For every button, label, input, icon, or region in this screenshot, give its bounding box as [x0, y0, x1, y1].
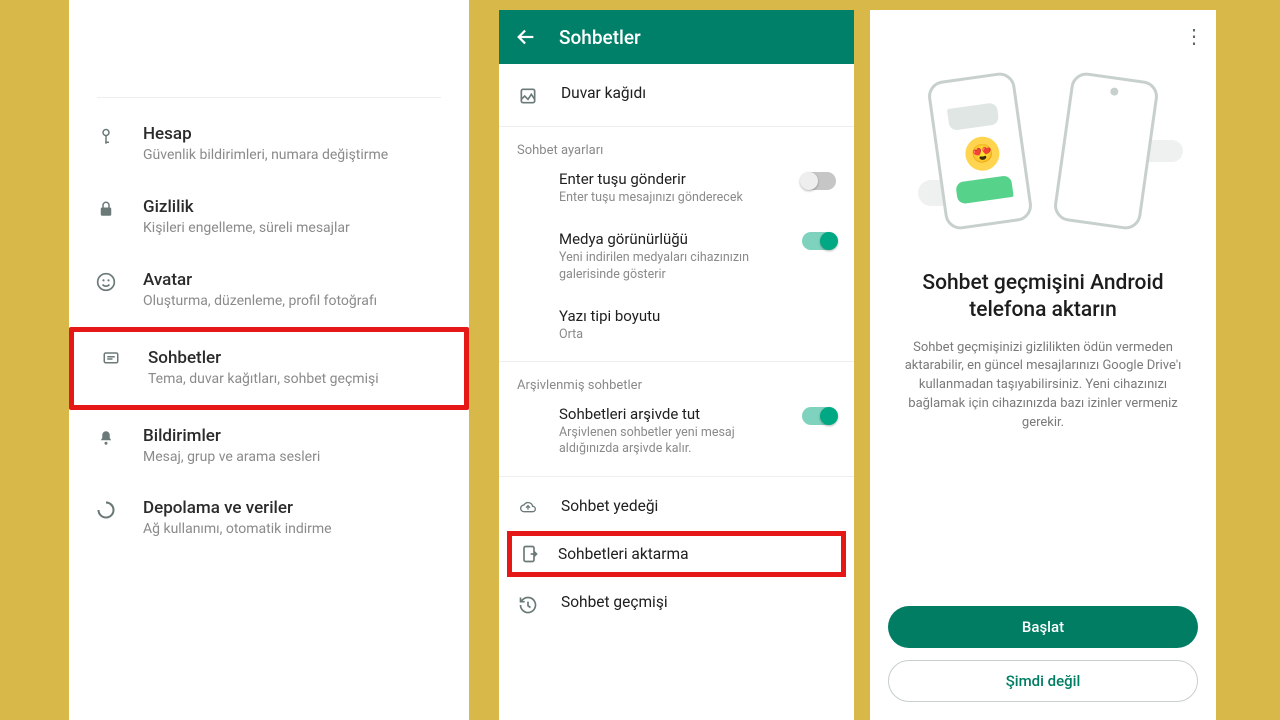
transfer-icon — [518, 544, 540, 564]
divider — [499, 361, 854, 362]
chats-item-enter-send[interactable]: Enter tuşu gönderir Enter tuşu mesajınız… — [499, 158, 854, 218]
chats-item-history[interactable]: Sohbet geçmişi — [499, 579, 854, 629]
row-label: Sohbet yedeği — [561, 497, 658, 515]
phone-left-icon: 😍 — [926, 71, 1034, 232]
keep-archived-toggle[interactable] — [802, 407, 836, 425]
bubble-icon — [955, 175, 1014, 205]
settings-item-avatar[interactable]: Avatar Oluşturma, düzenleme, profil foto… — [69, 254, 469, 327]
chats-item-wallpaper[interactable]: Duvar kağıdı — [499, 70, 854, 120]
back-button[interactable] — [515, 26, 537, 48]
key-icon — [93, 124, 119, 148]
avatar-icon — [93, 270, 119, 292]
chats-item-keep-archived[interactable]: Sohbetleri arşivde tut Arşivlenen sohbet… — [499, 393, 854, 470]
item-title: Depolama ve veriler — [143, 498, 332, 518]
overflow-menu-button[interactable]: ⋮ — [1184, 24, 1204, 48]
appbar-title: Sohbetler — [559, 26, 641, 49]
data-usage-icon — [93, 498, 119, 520]
item-title: Hesap — [143, 124, 388, 144]
settings-screen: Hesap Güvenlik bildirimleri, numara deği… — [69, 0, 469, 720]
cloud-upload-icon — [517, 497, 539, 515]
lock-icon — [93, 197, 119, 219]
camera-dot-icon — [1110, 87, 1119, 96]
item-subtitle: Güvenlik bildirimleri, numara değiştirme — [143, 146, 388, 165]
row-sub: Enter tuşu mesajınızı gönderecek — [559, 190, 743, 206]
item-title: Sohbetler — [148, 348, 379, 368]
appbar: Sohbetler — [499, 10, 854, 64]
row-label: Yazı tipi boyutu — [559, 307, 660, 325]
chats-settings-screen: Sohbetler Duvar kağıdı Sohbet ayarları E… — [499, 10, 854, 720]
item-subtitle: Oluşturma, düzenleme, profil fotoğrafı — [143, 292, 377, 311]
phone-right-icon — [1052, 71, 1160, 232]
chats-item-backup[interactable]: Sohbet yedeği — [499, 483, 854, 529]
bubble-icon — [947, 102, 1000, 131]
history-icon — [517, 593, 539, 615]
row-label: Sohbetleri arşivde tut — [559, 405, 769, 423]
item-subtitle: Ağ kullanımı, otomatik indirme — [143, 520, 332, 539]
settings-item-privacy[interactable]: Gizlilik Kişileri engelleme, süreli mesa… — [69, 181, 469, 254]
section-chat-settings: Sohbet ayarları — [499, 133, 854, 158]
settings-item-chats[interactable]: Sohbetler Tema, duvar kağıtları, sohbet … — [69, 327, 469, 410]
divider — [499, 126, 854, 127]
item-title: Gizlilik — [143, 197, 350, 217]
chats-item-font-size[interactable]: Yazı tipi boyutu Orta — [499, 295, 854, 355]
button-group: Başlat Şimdi değil — [870, 606, 1216, 702]
row-label: Medya görünürlüğü — [559, 230, 769, 248]
item-subtitle: Mesaj, grup ve arama sesleri — [143, 448, 320, 467]
section-archived: Arşivlenmiş sohbetler — [499, 368, 854, 393]
row-label: Sohbet geçmişi — [561, 593, 668, 611]
row-label: Duvar kağıdı — [561, 84, 646, 102]
transfer-heading: Sohbet geçmişini Android telefona aktarı… — [870, 240, 1216, 325]
transfer-chats-screen: ⋮ 😍 Sohbet geçmişini Android telefona ak… — [870, 10, 1216, 720]
transfer-description: Sohbet geçmişinizi gizlilikten ödün verm… — [870, 325, 1216, 433]
item-title: Avatar — [143, 270, 377, 290]
wallpaper-icon — [517, 84, 539, 106]
row-label: Sohbetleri aktarma — [558, 545, 689, 563]
settings-item-account[interactable]: Hesap Güvenlik bildirimleri, numara deği… — [69, 108, 469, 181]
row-sub: Orta — [559, 327, 660, 343]
start-button[interactable]: Başlat — [888, 606, 1198, 648]
chats-item-transfer[interactable]: Sohbetleri aktarma — [507, 531, 846, 577]
chats-item-media-visibility[interactable]: Medya görünürlüğü Yeni indirilen medyala… — [499, 218, 854, 295]
media-visibility-toggle[interactable] — [802, 232, 836, 250]
settings-list: Hesap Güvenlik bildirimleri, numara deği… — [69, 98, 469, 555]
transfer-illustration: 😍 — [928, 70, 1158, 240]
settings-item-storage[interactable]: Depolama ve veriler Ağ kullanımı, otomat… — [69, 482, 469, 555]
not-now-button[interactable]: Şimdi değil — [888, 660, 1198, 702]
item-title: Bildirimler — [143, 426, 320, 446]
row-sub: Arşivlenen sohbetler yeni mesaj aldığını… — [559, 425, 769, 458]
row-sub: Yeni indirilen medyaları cihazınızın gal… — [559, 250, 769, 283]
chat-icon — [98, 348, 124, 368]
item-subtitle: Tema, duvar kağıtları, sohbet geçmişi — [148, 370, 379, 389]
settings-item-notifications[interactable]: Bildirimler Mesaj, grup ve arama sesleri — [69, 410, 469, 483]
row-label: Enter tuşu gönderir — [559, 170, 743, 188]
top-blank — [97, 0, 441, 98]
bell-icon — [93, 426, 119, 448]
enter-send-toggle[interactable] — [802, 172, 836, 190]
divider — [499, 476, 854, 477]
item-subtitle: Kişileri engelleme, süreli mesajlar — [143, 219, 350, 238]
emoji-icon: 😍 — [963, 134, 1001, 172]
